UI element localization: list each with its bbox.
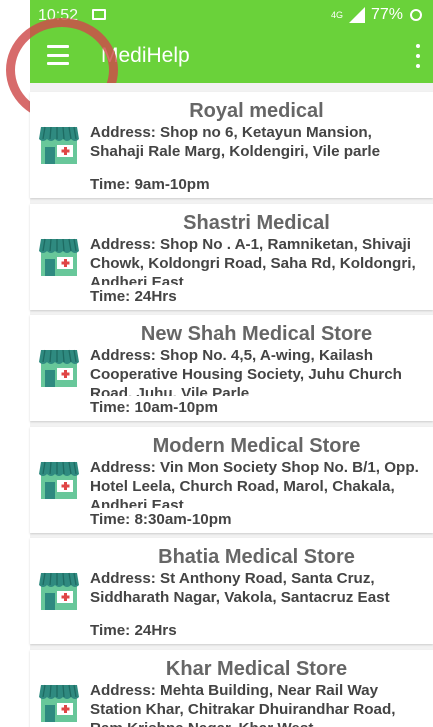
store-name: Modern Medical Store (152, 434, 361, 457)
store-hours: Time: 8:30am-10pm (90, 510, 232, 528)
store-list[interactable]: Royal medical Address: Shop no 6, Ketayu… (30, 83, 433, 727)
app-title: MediHelp (101, 44, 190, 67)
store-address: Address: Mehta Building, Near Rail Way S… (90, 681, 396, 727)
app-screen: 10:52 4G 77% MediHelp Royal medical Addr… (0, 0, 433, 727)
pharmacy-store-icon (39, 349, 79, 387)
hamburger-menu-icon[interactable] (47, 45, 69, 65)
store-hours: Time: 10am-10pm (90, 399, 219, 416)
status-right-group: 4G 77% (331, 6, 423, 24)
store-card[interactable]: Khar Medical Store Address: Mehta Buildi… (30, 649, 433, 727)
store-card[interactable]: Shastri Medical Address: Shop No . A-1, … (30, 203, 433, 310)
store-card[interactable]: Bhatia Medical Store Address: St Anthony… (30, 538, 433, 644)
pharmacy-store-icon (39, 461, 79, 499)
store-card[interactable]: Modern Medical Store Address: Vin Mon So… (30, 426, 433, 533)
pharmacy-store-icon (39, 572, 79, 610)
status-time: 10:52 (38, 7, 79, 24)
signal-strength-icon (348, 7, 365, 23)
sync-icon (410, 9, 422, 21)
store-address: Address: St Anthony Road, Santa Cruz, Si… (90, 570, 390, 606)
pharmacy-store-icon (39, 126, 79, 164)
more-vert-icon[interactable] (413, 44, 423, 68)
store-address: Address: Shop No. 4,5, A-wing, Kailash C… (90, 347, 402, 396)
status-bar: 10:52 4G 77% (30, 0, 433, 32)
store-hours: Time: 9am-10pm (90, 176, 210, 193)
pharmacy-store-icon (39, 684, 79, 722)
pharmacy-store-icon (39, 238, 79, 276)
battery-level: 77% (370, 6, 403, 23)
store-name: New Shah Medical Store (140, 323, 373, 345)
store-name: Shastri Medical (183, 211, 330, 234)
store-card[interactable]: New Shah Medical Store Address: Shop No.… (30, 315, 433, 421)
store-card[interactable]: Royal medical Address: Shop no 6, Ketayu… (30, 92, 433, 198)
store-address: Address: Shop No . A-1, Ramniketan, Shiv… (90, 235, 416, 285)
store-name: Khar Medical Store (165, 657, 348, 680)
app-bar: 10:52 4G 77% MediHelp (30, 0, 433, 83)
store-name: Royal medical (189, 100, 324, 122)
store-hours: Time: 24Hrs (90, 287, 177, 305)
store-address: Address: Shop no 6, Ketayun Mansion, Sha… (90, 124, 381, 160)
network-type-label: 4G (330, 9, 343, 20)
store-name: Bhatia Medical Store (158, 546, 355, 568)
store-address: Address: Vin Mon Society Shop No. B/1, O… (90, 458, 419, 508)
toolbar: MediHelp (30, 32, 433, 83)
store-hours: Time: 24Hrs (90, 622, 177, 639)
mail-notification-icon (92, 9, 106, 20)
